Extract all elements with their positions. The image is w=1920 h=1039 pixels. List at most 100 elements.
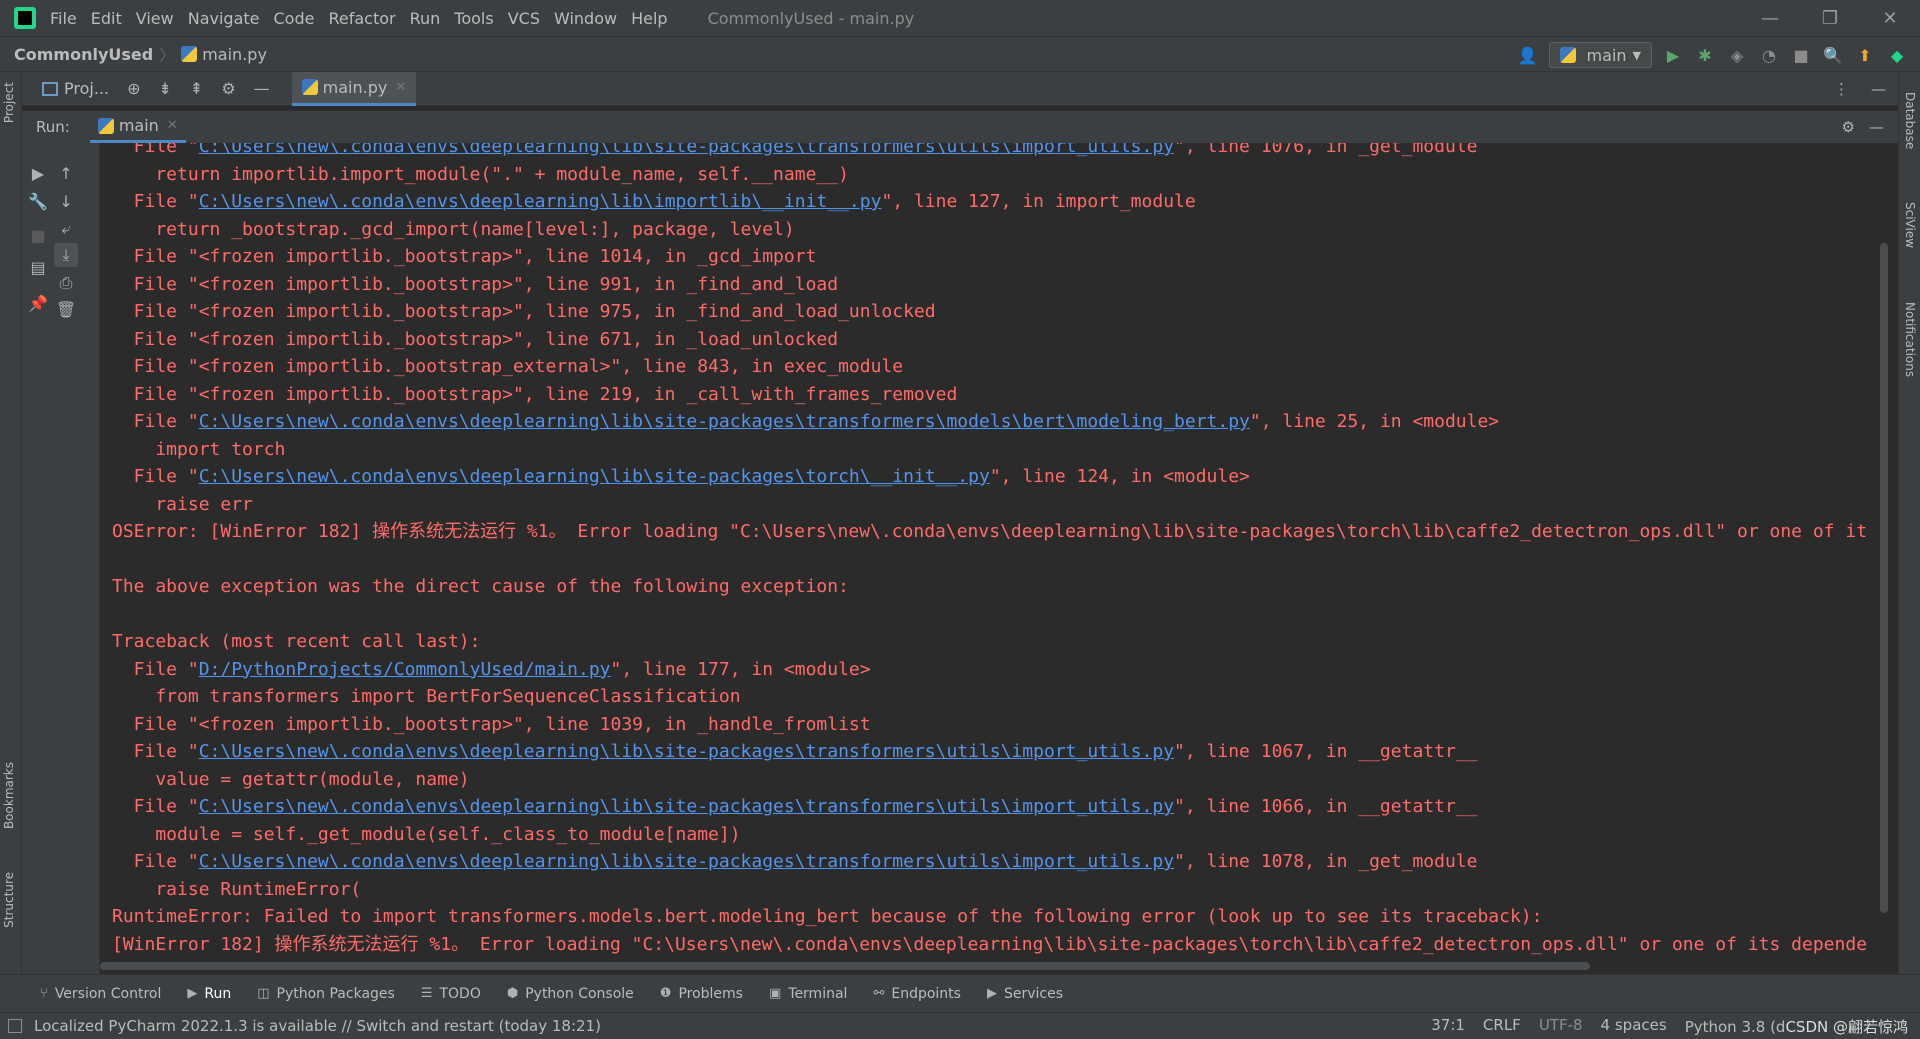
file-encoding[interactable]: UTF-8 — [1539, 1016, 1583, 1037]
line-separator[interactable]: CRLF — [1483, 1016, 1521, 1037]
console-text: File "<frozen importlib._bootstrap>", li… — [112, 713, 871, 735]
debug-icon[interactable]: ✱ — [1694, 44, 1716, 66]
notifications-tool-button[interactable]: Notifications — [1903, 302, 1917, 377]
status-window-icon[interactable] — [8, 1019, 22, 1033]
caret-position[interactable]: 37:1 — [1431, 1016, 1465, 1037]
file-link[interactable]: C:\Users\new\.conda\envs\deeplearning\li… — [199, 143, 1174, 157]
tool-window-todo[interactable]: ☰ TODO — [421, 986, 481, 1002]
sciview-tool-button[interactable]: SciView — [1903, 202, 1917, 248]
menu-window[interactable]: Window — [554, 9, 617, 28]
stop-icon[interactable]: ■ — [26, 223, 50, 247]
project-tab-label: Proj... — [64, 79, 110, 98]
breadcrumb-file[interactable]: main.py — [181, 45, 267, 64]
hide-icon[interactable]: — — [254, 79, 270, 98]
pycharm-logo-icon — [14, 7, 36, 29]
scroll-to-end-icon[interactable]: ⤓ — [54, 243, 78, 267]
minimize-panel-icon[interactable]: — — [1871, 80, 1886, 98]
editor-tab-main[interactable]: main.py ✕ — [291, 71, 417, 106]
run-console[interactable]: File "C:\Users\new\.conda\envs\deeplearn… — [100, 143, 1890, 974]
locate-icon[interactable]: ⊕ — [127, 79, 140, 98]
console-line: [WinError 182] 操作系统无法运行 %1。 Error loadin… — [112, 931, 1867, 959]
tool-window-run[interactable]: ▶ Run — [187, 986, 231, 1002]
bookmarks-tool-button[interactable]: Bookmarks — [2, 762, 16, 829]
minimize-button[interactable]: — — [1740, 0, 1800, 36]
print-icon[interactable]: ⎙ — [54, 271, 78, 295]
tool-window-problems[interactable]: ❶ Problems — [660, 986, 743, 1002]
tool-window-endpoints[interactable]: ⚯ Endpoints — [873, 986, 961, 1002]
structure-tool-button[interactable]: Structure — [2, 872, 16, 928]
expand-all-icon[interactable]: ⇟ — [159, 79, 172, 98]
menu-tools[interactable]: Tools — [454, 9, 493, 28]
minimize-panel-icon[interactable]: — — [1869, 118, 1884, 136]
more-icon[interactable]: ⋮ — [1834, 80, 1849, 98]
menu-code[interactable]: Code — [274, 9, 315, 28]
file-link[interactable]: C:\Users\new\.conda\envs\deeplearning\li… — [199, 851, 1174, 872]
menu-vcs[interactable]: VCS — [508, 9, 540, 28]
collapse-all-icon[interactable]: ⇞ — [190, 79, 203, 98]
menu-help[interactable]: Help — [631, 9, 667, 28]
python-icon — [97, 117, 114, 134]
user-icon[interactable]: 👤 — [1517, 44, 1539, 66]
run-icon[interactable]: ▶ — [1662, 44, 1684, 66]
database-tool-button[interactable]: Database — [1903, 92, 1917, 149]
file-link[interactable]: C:\Users\new\.conda\envs\deeplearning\li… — [199, 741, 1174, 762]
close-run-tab-icon[interactable]: ✕ — [167, 118, 178, 133]
file-link[interactable]: C:\Users\new\.conda\envs\deeplearning\li… — [199, 466, 990, 487]
gear-icon[interactable]: ⚙ — [1842, 118, 1855, 136]
problems-icon: ❶ — [659, 986, 672, 1001]
trash-icon[interactable]: 🗑 — [54, 297, 78, 321]
down-arrow-icon[interactable]: ↓ — [54, 189, 78, 213]
tool-window-label: Python Console — [525, 985, 634, 1002]
console-text: File " — [112, 851, 199, 872]
pin-icon[interactable]: 📌 — [26, 291, 50, 315]
menu-navigate[interactable]: Navigate — [188, 9, 260, 28]
project-tool-button[interactable]: Project — [2, 82, 16, 123]
status-message[interactable]: Localized PyCharm 2022.1.3 is available … — [34, 1017, 601, 1035]
console-text: File " — [112, 143, 199, 157]
tool-window-services[interactable]: ▶ Services — [987, 986, 1063, 1002]
run-config-select[interactable]: main ▼ — [1548, 42, 1652, 68]
breadcrumb-separator: 〉 — [159, 46, 176, 65]
version-control-icon: ⑂ — [40, 986, 48, 1001]
gear-icon[interactable]: ⚙ — [221, 79, 235, 98]
menu-view[interactable]: View — [136, 9, 174, 28]
horizontal-scrollbar[interactable] — [100, 962, 1590, 970]
python-interpreter[interactable]: Python 3.8 (dCSDN @翩若惊鸿 — [1685, 1016, 1908, 1037]
menu-refactor[interactable]: Refactor — [328, 9, 395, 28]
packages-icon: ◫ — [257, 986, 270, 1001]
coverage-icon[interactable]: ◈ — [1726, 44, 1748, 66]
file-link[interactable]: C:\Users\new\.conda\envs\deeplearning\li… — [199, 796, 1174, 817]
profile-icon[interactable]: ◔ — [1758, 44, 1780, 66]
close-window-button[interactable]: ✕ — [1860, 0, 1920, 36]
toolbox-icon[interactable]: ◆ — [1886, 44, 1908, 66]
console-line: File "C:\Users\new\.conda\envs\deeplearn… — [112, 463, 1867, 491]
file-link[interactable]: D:/PythonProjects/CommonlyUsed/main.py — [199, 659, 611, 680]
breadcrumb-project[interactable]: CommonlyUsed — [14, 45, 153, 64]
stop-icon[interactable]: ■ — [1790, 44, 1812, 66]
search-icon[interactable]: 🔍 — [1822, 44, 1844, 66]
menu-edit[interactable]: Edit — [91, 9, 122, 28]
up-arrow-icon[interactable]: ↑ — [54, 161, 78, 185]
soft-wrap-icon[interactable]: ⤶ — [54, 217, 78, 241]
close-tab-icon[interactable]: ✕ — [395, 80, 406, 95]
wrench-icon[interactable]: 🔧 — [26, 189, 50, 213]
tool-window-version-control[interactable]: ⑂ Version Control — [40, 986, 161, 1002]
update-icon[interactable]: ⬆ — [1854, 44, 1876, 66]
file-link[interactable]: C:\Users\new\.conda\envs\deeplearning\li… — [199, 191, 882, 212]
tool-window-terminal[interactable]: ▣ Terminal — [769, 986, 847, 1002]
project-tab[interactable]: Proj... — [42, 79, 109, 98]
tool-window-python-console[interactable]: ⬢ Python Console — [507, 986, 634, 1002]
tool-window-python-packages[interactable]: ◫ Python Packages — [257, 986, 395, 1002]
layout-icon[interactable]: ▤ — [26, 255, 50, 279]
menu-file[interactable]: File — [50, 9, 77, 28]
run-tab-main[interactable]: main ✕ — [89, 111, 186, 143]
console-text: from transformers import BertForSequence… — [112, 686, 741, 707]
vertical-scrollbar[interactable] — [1880, 243, 1888, 913]
restore-button[interactable]: ❐ — [1800, 0, 1860, 36]
window-title: CommonlyUsed - main.py — [707, 8, 915, 28]
rerun-icon[interactable]: ▶ — [26, 161, 50, 185]
menu-run[interactable]: Run — [410, 9, 441, 28]
indent-setting[interactable]: 4 spaces — [1601, 1016, 1667, 1037]
console-line: return importlib.import_module("." + mod… — [112, 161, 1867, 189]
file-link[interactable]: C:\Users\new\.conda\envs\deeplearning\li… — [199, 411, 1250, 432]
